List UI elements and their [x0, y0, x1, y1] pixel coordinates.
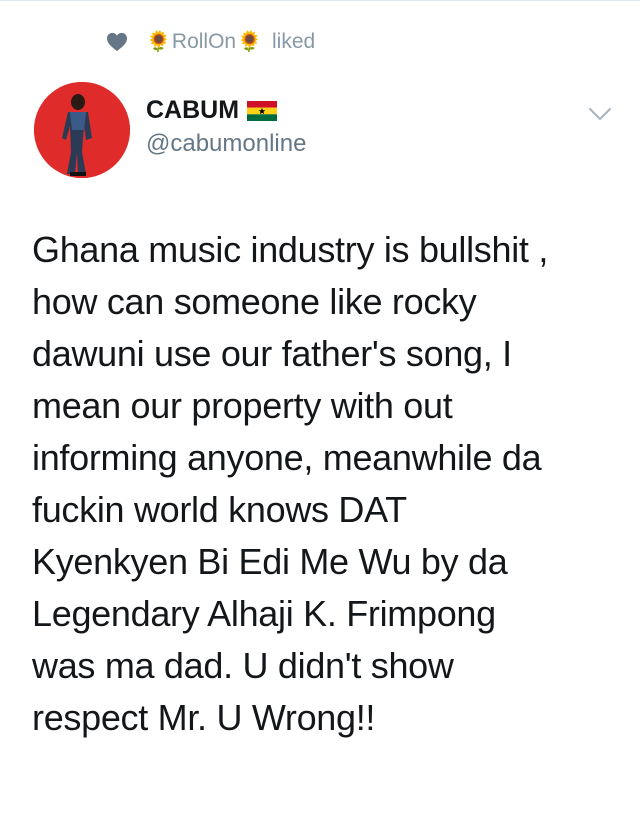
author-name: CABUM: [146, 96, 240, 124]
ghana-flag-icon: [247, 100, 278, 121]
sunflower-emoji-left: 🌻: [146, 31, 171, 53]
top-divider: [0, 0, 640, 1]
avatar[interactable]: [34, 82, 130, 178]
avatar-person-image: [34, 82, 130, 178]
social-context: 🌻 RollOn 🌻 liked: [106, 28, 315, 56]
author-handle[interactable]: @cabumonline: [146, 130, 306, 158]
author-name-row[interactable]: CABUM: [146, 96, 278, 125]
tweet-text: Ghana music industry is bullshit , how c…: [32, 229, 549, 738]
context-action: liked: [272, 30, 316, 53]
liker-name-link[interactable]: RollOn: [172, 30, 236, 54]
heart-icon: [107, 32, 127, 52]
sunflower-emoji-right: 🌻: [237, 31, 263, 53]
chevron-down-icon[interactable]: [588, 106, 612, 122]
